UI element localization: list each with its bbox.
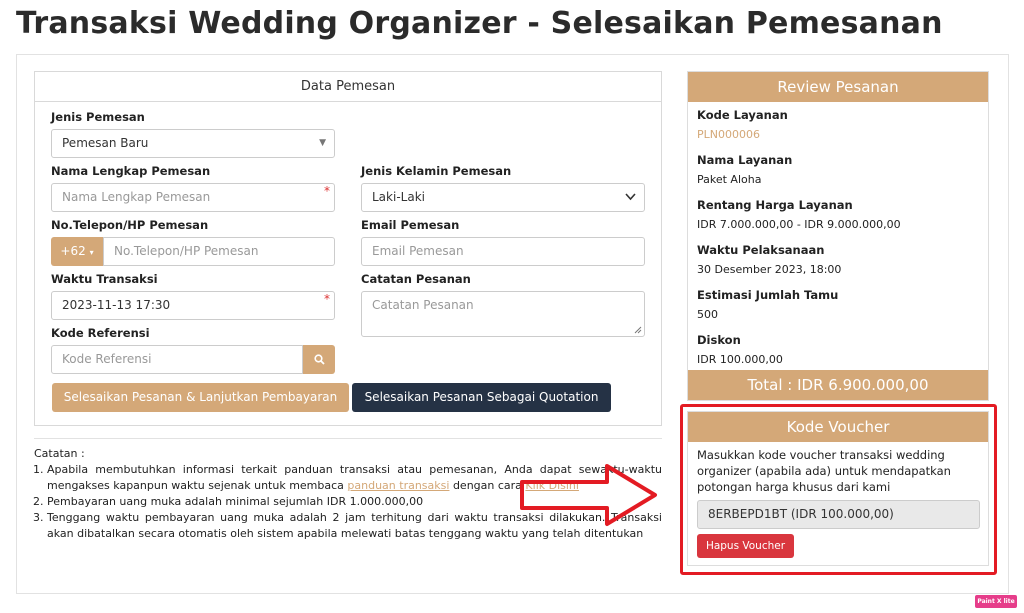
- selesaikan-bayar-button[interactable]: Selesaikan Pesanan & Lanjutkan Pembayara…: [52, 383, 349, 412]
- referensi-input[interactable]: Kode Referensi: [51, 345, 303, 374]
- kode-layanan-value: PLN000006: [697, 128, 760, 141]
- diskon-label: Diskon: [697, 333, 741, 347]
- telepon-placeholder: No.Telepon/HP Pemesan: [114, 244, 259, 258]
- rentang-harga-value: IDR 7.000.000,00 - IDR 9.000.000,00: [697, 218, 901, 231]
- email-label: Email Pemesan: [361, 218, 460, 232]
- chevron-down-icon: [625, 193, 636, 201]
- referensi-label: Kode Referensi: [51, 326, 150, 340]
- panduan-transaksi-link[interactable]: panduan transaksi: [347, 479, 449, 492]
- review-pesanan-panel: Review Pesanan Kode Layanan PLN000006 Na…: [687, 71, 989, 401]
- rentang-harga-label: Rentang Harga Layanan: [697, 198, 853, 212]
- resize-handle-icon[interactable]: [634, 326, 642, 334]
- catatan-placeholder: Catatan Pesanan: [372, 298, 474, 312]
- kode-layanan-label: Kode Layanan: [697, 108, 788, 122]
- page-title: Transaksi Wedding Organizer - Selesaikan…: [16, 6, 943, 41]
- data-pemesan-form: Data Pemesan Jenis Pemesan Pemesan Baru …: [34, 71, 662, 426]
- nama-input[interactable]: Nama Lengkap Pemesan *: [51, 183, 335, 212]
- catatan-textarea[interactable]: Catatan Pesanan: [361, 291, 645, 337]
- catatan-label: Catatan Pesanan: [361, 272, 471, 286]
- nama-layanan-label: Nama Layanan: [697, 153, 793, 167]
- required-asterisk: *: [324, 184, 330, 198]
- telepon-input[interactable]: No.Telepon/HP Pemesan: [103, 237, 335, 266]
- nama-placeholder: Nama Lengkap Pemesan: [62, 190, 211, 204]
- search-button[interactable]: [303, 345, 335, 374]
- kode-voucher-panel: Kode Voucher Masukkan kode voucher trans…: [687, 411, 989, 566]
- search-icon: [313, 354, 325, 365]
- jenis-kelamin-select[interactable]: Laki-Laki: [361, 183, 645, 212]
- form-header: Data Pemesan: [35, 72, 661, 102]
- paint-x-lite-badge: Paint X lite: [975, 595, 1017, 608]
- arrow-right-icon: [520, 464, 657, 526]
- selesaikan-quotation-button[interactable]: Selesaikan Pesanan Sebagai Quotation: [352, 383, 611, 412]
- email-input[interactable]: Email Pemesan: [361, 237, 645, 266]
- waktu-value: 2023-11-13 17:30: [62, 298, 171, 312]
- hapus-voucher-button[interactable]: Hapus Voucher: [697, 534, 794, 558]
- total-price: Total : IDR 6.900.000,00: [688, 370, 988, 400]
- caret-down-icon: ▼: [319, 138, 326, 148]
- voucher-description: Masukkan kode voucher transaksi wedding …: [697, 448, 951, 494]
- jumlah-tamu-value: 500: [697, 308, 718, 321]
- jenis-pemesan-value: Pemesan Baru: [62, 136, 149, 150]
- waktu-label: Waktu Transaksi: [51, 272, 158, 286]
- jenis-kelamin-label: Jenis Kelamin Pemesan: [361, 164, 512, 178]
- waktu-input[interactable]: 2023-11-13 17:30 *: [51, 291, 335, 320]
- email-placeholder: Email Pemesan: [372, 244, 464, 258]
- country-code-value: +62: [60, 244, 86, 258]
- referensi-placeholder: Kode Referensi: [62, 352, 152, 366]
- divider: [34, 438, 662, 439]
- note-text: dengan cara: [449, 479, 526, 492]
- jenis-pemesan-select[interactable]: Pemesan Baru ▼: [51, 129, 335, 158]
- telepon-label: No.Telepon/HP Pemesan: [51, 218, 209, 232]
- caret-down-icon: ▾: [89, 248, 94, 257]
- nama-layanan-value: Paket Aloha: [697, 173, 762, 186]
- waktu-pelaksanaan-label: Waktu Pelaksanaan: [697, 243, 825, 257]
- voucher-header: Kode Voucher: [688, 412, 988, 442]
- review-header: Review Pesanan: [688, 72, 988, 102]
- voucher-code-field: 8ERBEPD1BT (IDR 100.000,00): [697, 500, 980, 529]
- jenis-kelamin-value: Laki-Laki: [372, 190, 425, 204]
- jenis-pemesan-label: Jenis Pemesan: [51, 110, 145, 124]
- country-code-dropdown[interactable]: +62 ▾: [51, 237, 103, 266]
- required-asterisk: *: [324, 292, 330, 306]
- notes-title: Catatan :: [34, 447, 85, 460]
- nama-label: Nama Lengkap Pemesan: [51, 164, 211, 178]
- jumlah-tamu-label: Estimasi Jumlah Tamu: [697, 288, 839, 302]
- waktu-pelaksanaan-value: 30 Desember 2023, 18:00: [697, 263, 842, 276]
- diskon-value: IDR 100.000,00: [697, 353, 783, 366]
